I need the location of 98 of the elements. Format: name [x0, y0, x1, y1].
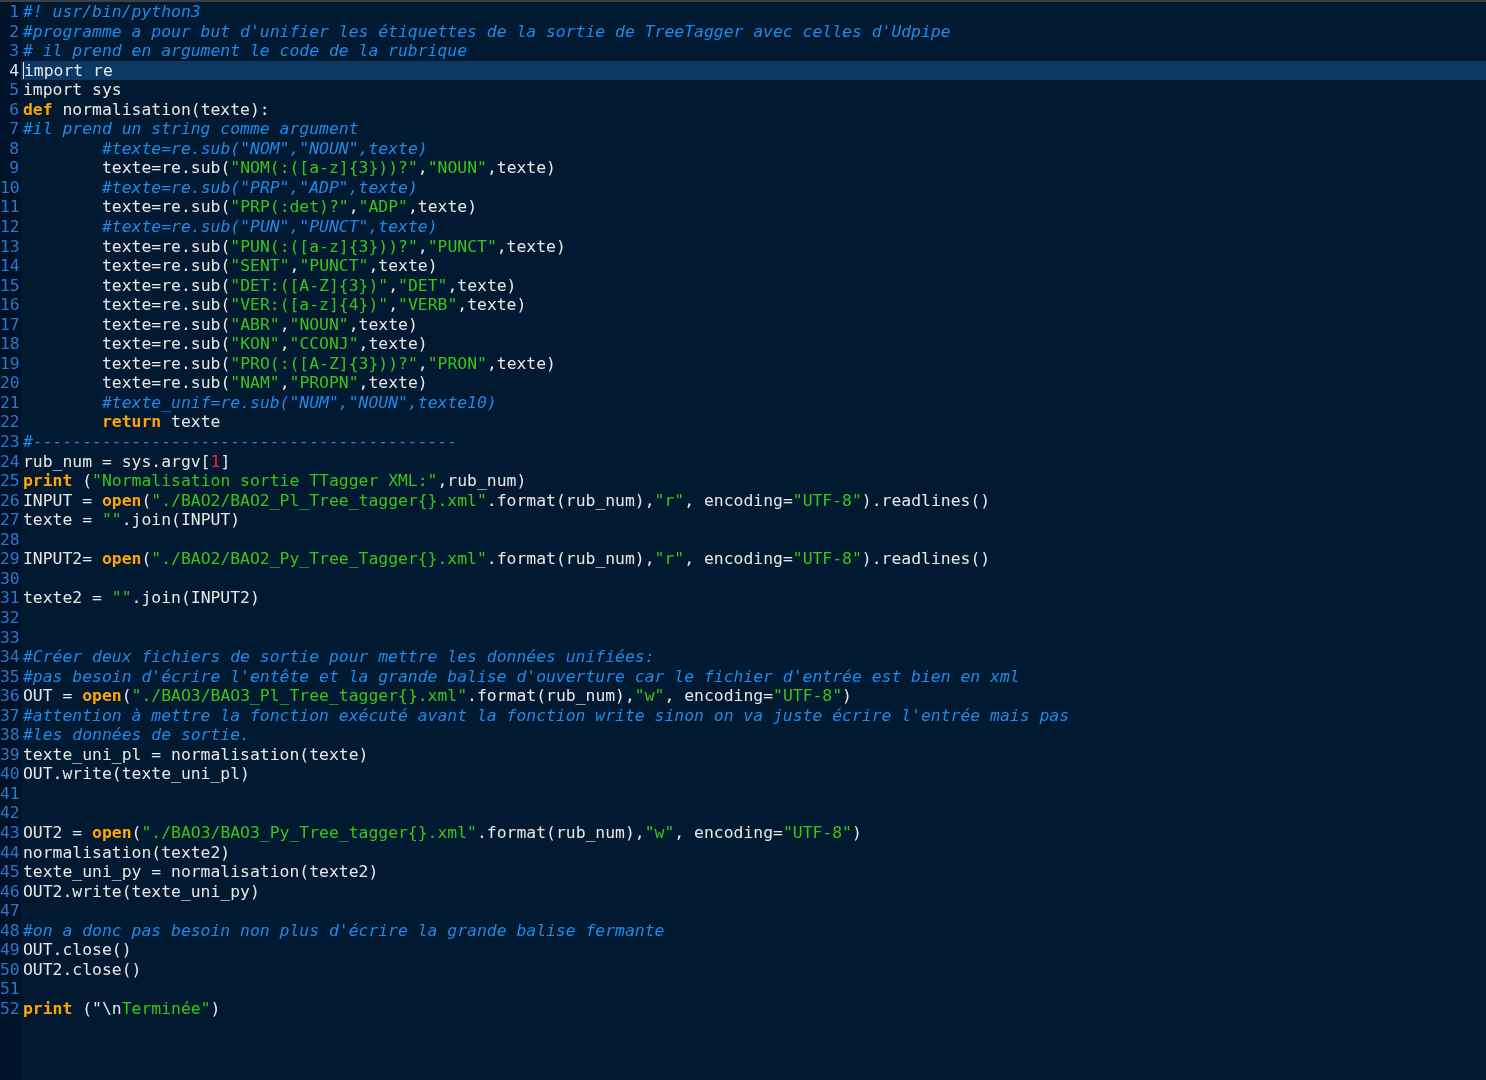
code-line: return texte	[101, 412, 221, 433]
line-number: 15	[0, 275, 21, 296]
code-line: texte = "".join(INPUT)	[23, 510, 241, 530]
code-line: #texte_unif=re.sub("NUM","NOUN",texte10)	[101, 392, 497, 413]
code-line: #texte=re.sub("PUN","PUNCT",texte)	[101, 217, 438, 237]
line-number: 37	[0, 705, 21, 726]
line-number: 41	[0, 783, 21, 804]
line-number: 8	[8, 138, 20, 159]
code-line: texte=re.sub("PRP(:det)?","ADP",texte)	[101, 197, 477, 217]
code-line: rub_num = sys.argv[1]	[23, 451, 231, 472]
code-line: #il prend un string comme argument	[23, 119, 359, 139]
line-number: 34	[0, 647, 21, 667]
code-line: texte=re.sub("DET:([A-Z]{3})","DET",texte)	[101, 275, 517, 296]
code-line: #les données de sortie.	[23, 725, 250, 745]
code-line: texte2 = "".join(INPUT2)	[23, 588, 260, 608]
code-line: print ("\nTerminée")	[23, 998, 221, 1019]
code-line: #on a donc pas besoin non plus d'écrire la grande balise fermante	[23, 920, 665, 941]
code-line: texte=re.sub("SENT","PUNCT",texte)	[101, 256, 438, 276]
line-number: 50	[0, 959, 21, 980]
line-number: 22	[0, 412, 21, 433]
line-number: 24	[0, 451, 21, 472]
line-number: 47	[0, 901, 21, 921]
line-number: 29	[0, 549, 21, 569]
line-number: 12	[0, 217, 21, 237]
code-line: OUT = open("./BAO3/BAO3_Pl_Tree_tagger{}.xml".format(rub_num),"w", encoding="UTF-8")	[23, 686, 852, 706]
code-line: def normalisation(texte):	[23, 99, 270, 120]
line-number: 23	[0, 432, 21, 452]
code-line: texte=re.sub("KON","CCONJ",texte)	[101, 334, 428, 354]
code-line: texte=re.sub("ABR","NOUN",texte)	[101, 314, 418, 335]
line-number: 27	[0, 510, 21, 530]
code-line: normalisation(texte2)	[23, 842, 231, 863]
line-number: 38	[0, 725, 21, 745]
code-line: INPUT2= open("./BAO2/BAO2_Py_Tree_Tagger{}.xml".format(rub_num),"r", encoding="UTF-8").readlines()	[23, 549, 991, 569]
line-number: 30	[0, 568, 21, 589]
line-number: 9	[8, 158, 20, 178]
code-line: # il prend en argument le code de la rubrique	[23, 41, 468, 61]
code-editor[interactable]	[0, 0, 1486, 1080]
code-line: #texte=re.sub("NOM","NOUN",texte)	[101, 138, 428, 159]
line-number: 19	[0, 353, 21, 374]
code-line: #Créer deux fichiers de sortie pour mettre les données unifiées:	[23, 647, 655, 667]
line-number: 20	[0, 373, 21, 393]
code-line: OUT.write(texte_uni_pl)	[23, 764, 250, 784]
code-line: OUT2.close()	[23, 959, 142, 980]
line-number: 40	[0, 764, 21, 784]
code-line: import re	[24, 60, 113, 81]
line-number: 13	[0, 236, 21, 257]
line-number: 28	[0, 529, 21, 550]
code-line: texte=re.sub("PUN(:([a-z]{3}))?","PUNCT",texte)	[101, 236, 566, 257]
line-number: 46	[0, 881, 21, 902]
line-number: 11	[0, 197, 21, 217]
line-number: 18	[0, 334, 21, 354]
code-line: #! usr/bin/python3	[23, 2, 201, 22]
line-number: 1	[8, 2, 20, 22]
code-line: texte_uni_pl = normalisation(texte)	[23, 744, 369, 765]
code-line: #programme a pour but d'unifier les étiquettes de la sortie de TreeTagger avec celles d'Udpipe	[23, 21, 951, 42]
line-number: 43	[0, 822, 21, 843]
line-number: 26	[0, 490, 21, 511]
line-number: 25	[0, 471, 21, 491]
code-line: OUT2 = open("./BAO3/BAO3_Py_Tree_tagger{}.xml".format(rub_num),"w", encoding="UTF-8")	[23, 822, 862, 843]
line-number: 33	[0, 627, 21, 648]
line-number: 42	[0, 803, 21, 823]
line-number: 36	[0, 686, 21, 706]
code-line: INPUT = open("./BAO2/BAO2_Pl_Tree_tagger{}.xml".format(rub_num),"r", encoding="UTF-8").readlines()	[23, 490, 991, 511]
line-number: 4	[8, 60, 20, 81]
code-line: texte_uni_py = normalisation(texte2)	[23, 862, 379, 882]
code-line: OUT.close()	[23, 940, 132, 960]
code-line: texte=re.sub("PRO(:([A-Z]{3}))?","PRON",texte)	[101, 353, 556, 374]
code-line: texte=re.sub("VER:([a-z]{4})","VERB",texte)	[101, 295, 527, 315]
line-number: 32	[0, 607, 21, 628]
line-number: 52	[0, 998, 21, 1019]
code-line: #pas besoin d'écrire l'entête et la grande balise d'ouverture car le fichier d'entrée est bien en xml	[23, 666, 1020, 687]
code-line: texte=re.sub("NOM(:([a-z]{3}))?","NOUN",texte)	[101, 158, 556, 178]
line-number: 17	[0, 314, 21, 335]
line-number: 51	[0, 979, 21, 999]
line-number: 10	[0, 177, 21, 198]
line-number: 45	[0, 862, 21, 882]
text-cursor	[23, 61, 24, 79]
line-number: 14	[0, 256, 21, 276]
code-line: #-------------------------------------------	[23, 432, 458, 452]
line-number: 6	[8, 99, 20, 120]
code-line: print ("Normalisation sortie TTagger XML:",rub_num)	[23, 471, 527, 491]
line-number: 31	[0, 588, 21, 608]
code-line: OUT2.write(texte_uni_py)	[23, 881, 260, 902]
line-number: 7	[8, 119, 20, 139]
line-number: 16	[0, 295, 21, 315]
line-number: 48	[0, 920, 21, 941]
line-number: 39	[0, 744, 21, 765]
line-number: 2	[8, 21, 20, 42]
code-line: texte=re.sub("NAM","PROPN",texte)	[101, 373, 428, 393]
line-number: 44	[0, 842, 21, 863]
line-number: 3	[8, 41, 20, 61]
line-number: 35	[0, 666, 21, 687]
line-number: 5	[8, 80, 20, 100]
code-line: import sys	[23, 80, 122, 100]
code-line: #texte=re.sub("PRP","ADP",texte)	[101, 177, 418, 198]
line-number: 21	[0, 392, 21, 413]
line-number: 49	[0, 940, 21, 960]
code-line: #attention à mettre la fonction exécuté avant la fonction write sinon on va juste écrire l'entrée mais pas	[23, 705, 1069, 726]
